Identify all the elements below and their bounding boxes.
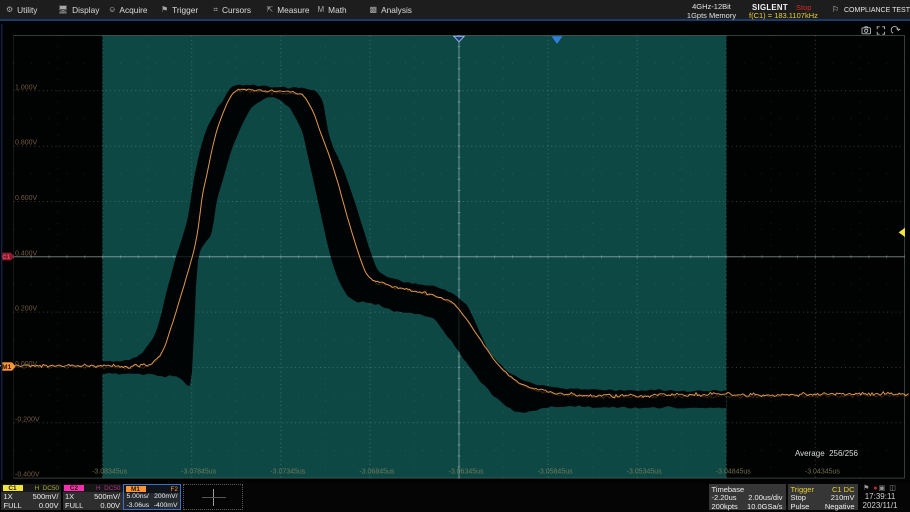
svg-text:0.200V: 0.200V (15, 306, 38, 313)
svg-text:M1: M1 (2, 364, 11, 371)
svg-text:-3.04345us: -3.04345us (805, 469, 841, 476)
svg-text:-0.400V: -0.400V (15, 472, 40, 479)
svg-text:0.000V: 0.000V (15, 361, 38, 368)
svg-text:-3.06845us: -3.06845us (359, 469, 395, 476)
svg-text:-3.07845us: -3.07845us (181, 469, 217, 476)
svg-text:-3.05345us: -3.05345us (627, 469, 663, 476)
svg-text:-3.07345us: -3.07345us (270, 469, 306, 476)
svg-text:-0.200V: -0.200V (15, 416, 40, 423)
svg-text:-3.04845us: -3.04845us (716, 469, 752, 476)
svg-text:1.000V: 1.000V (15, 84, 38, 91)
svg-text:-3.05845us: -3.05845us (538, 469, 574, 476)
svg-text:C1: C1 (2, 254, 11, 261)
svg-text:0.400V: 0.400V (15, 250, 38, 257)
svg-text:0.600V: 0.600V (15, 195, 38, 202)
svg-text:0.800V: 0.800V (15, 140, 38, 147)
svg-text:Average 256/256: Average 256/256 (795, 449, 859, 458)
svg-text:-3.08345us: -3.08345us (92, 469, 128, 476)
svg-text:-3.06345us: -3.06345us (448, 469, 484, 476)
